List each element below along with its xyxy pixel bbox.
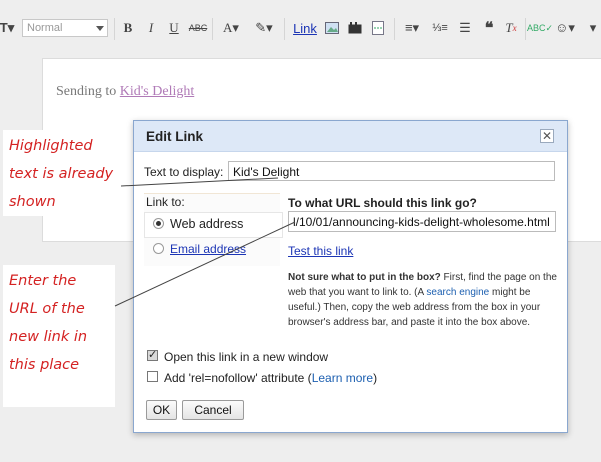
annotation-pointer-line xyxy=(114,221,296,307)
annotation-arrows xyxy=(114,177,296,307)
annotation-pointer-line xyxy=(120,177,279,187)
